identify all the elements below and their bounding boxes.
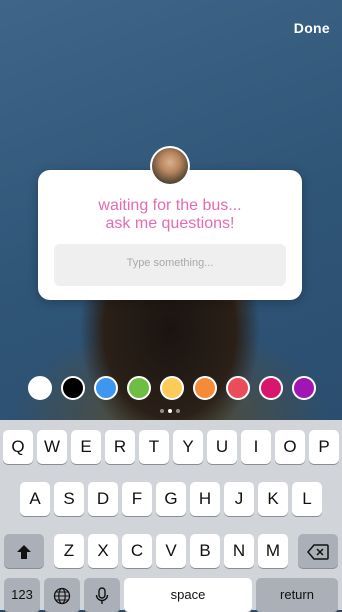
backspace-icon bbox=[307, 543, 329, 560]
avatar-photo bbox=[152, 148, 188, 184]
color-swatch[interactable] bbox=[160, 376, 184, 400]
key-f[interactable]: F bbox=[122, 482, 152, 516]
key-k[interactable]: K bbox=[258, 482, 288, 516]
page-dot bbox=[176, 409, 180, 413]
color-swatch[interactable] bbox=[292, 376, 316, 400]
globe-key[interactable] bbox=[44, 578, 80, 612]
key-q[interactable]: Q bbox=[3, 430, 33, 464]
question-text-line-2[interactable]: ask me questions! bbox=[38, 215, 302, 233]
shift-arrow-icon bbox=[17, 544, 31, 559]
key-i[interactable]: I bbox=[241, 430, 271, 464]
key-m[interactable]: M bbox=[258, 534, 288, 568]
globe-icon bbox=[53, 587, 71, 604]
color-swatch[interactable] bbox=[94, 376, 118, 400]
key-v[interactable]: V bbox=[156, 534, 186, 568]
key-a[interactable]: A bbox=[20, 482, 50, 516]
key-d[interactable]: D bbox=[88, 482, 118, 516]
space-key[interactable]: space bbox=[124, 578, 252, 612]
key-j[interactable]: J bbox=[224, 482, 254, 516]
color-swatch[interactable] bbox=[259, 376, 283, 400]
page-dot-active bbox=[168, 409, 172, 413]
numbers-key[interactable]: 123 bbox=[4, 578, 40, 612]
key-x[interactable]: X bbox=[88, 534, 118, 568]
keyboard: 123 space return QWERTYUIOP ASDFGHJKL ZXCV… bbox=[0, 420, 342, 612]
key-w[interactable]: W bbox=[37, 430, 67, 464]
return-key[interactable]: return bbox=[256, 578, 338, 612]
microphone-icon bbox=[95, 586, 109, 604]
page-dot bbox=[160, 409, 164, 413]
avatar bbox=[150, 146, 190, 186]
key-p[interactable]: P bbox=[309, 430, 339, 464]
key-g[interactable]: G bbox=[156, 482, 186, 516]
key-h[interactable]: H bbox=[190, 482, 220, 516]
done-button[interactable]: Done bbox=[294, 20, 330, 36]
key-n[interactable]: N bbox=[224, 534, 254, 568]
key-u[interactable]: U bbox=[207, 430, 237, 464]
page-indicator bbox=[156, 409, 186, 415]
key-b[interactable]: B bbox=[190, 534, 220, 568]
mic-key[interactable] bbox=[84, 578, 120, 612]
color-swatch[interactable] bbox=[28, 376, 52, 400]
key-e[interactable]: E bbox=[71, 430, 101, 464]
color-swatch[interactable] bbox=[61, 376, 85, 400]
color-swatch[interactable] bbox=[127, 376, 151, 400]
reply-placeholder: Type something... bbox=[126, 257, 214, 269]
key-l[interactable]: L bbox=[292, 482, 322, 516]
key-z[interactable]: Z bbox=[54, 534, 84, 568]
color-palette bbox=[0, 376, 342, 402]
shift-key[interactable] bbox=[4, 534, 44, 568]
key-c[interactable]: C bbox=[122, 534, 152, 568]
delete-key[interactable] bbox=[298, 534, 338, 568]
color-swatch[interactable] bbox=[193, 376, 217, 400]
key-t[interactable]: T bbox=[139, 430, 169, 464]
key-y[interactable]: Y bbox=[173, 430, 203, 464]
question-sticker-card[interactable]: waiting for the bus... ask me questions!… bbox=[38, 170, 302, 300]
key-r[interactable]: R bbox=[105, 430, 135, 464]
key-o[interactable]: O bbox=[275, 430, 305, 464]
reply-field: Type something... bbox=[54, 244, 286, 286]
key-s[interactable]: S bbox=[54, 482, 84, 516]
question-text-line-1[interactable]: waiting for the bus... bbox=[38, 197, 302, 215]
color-swatch[interactable] bbox=[226, 376, 250, 400]
